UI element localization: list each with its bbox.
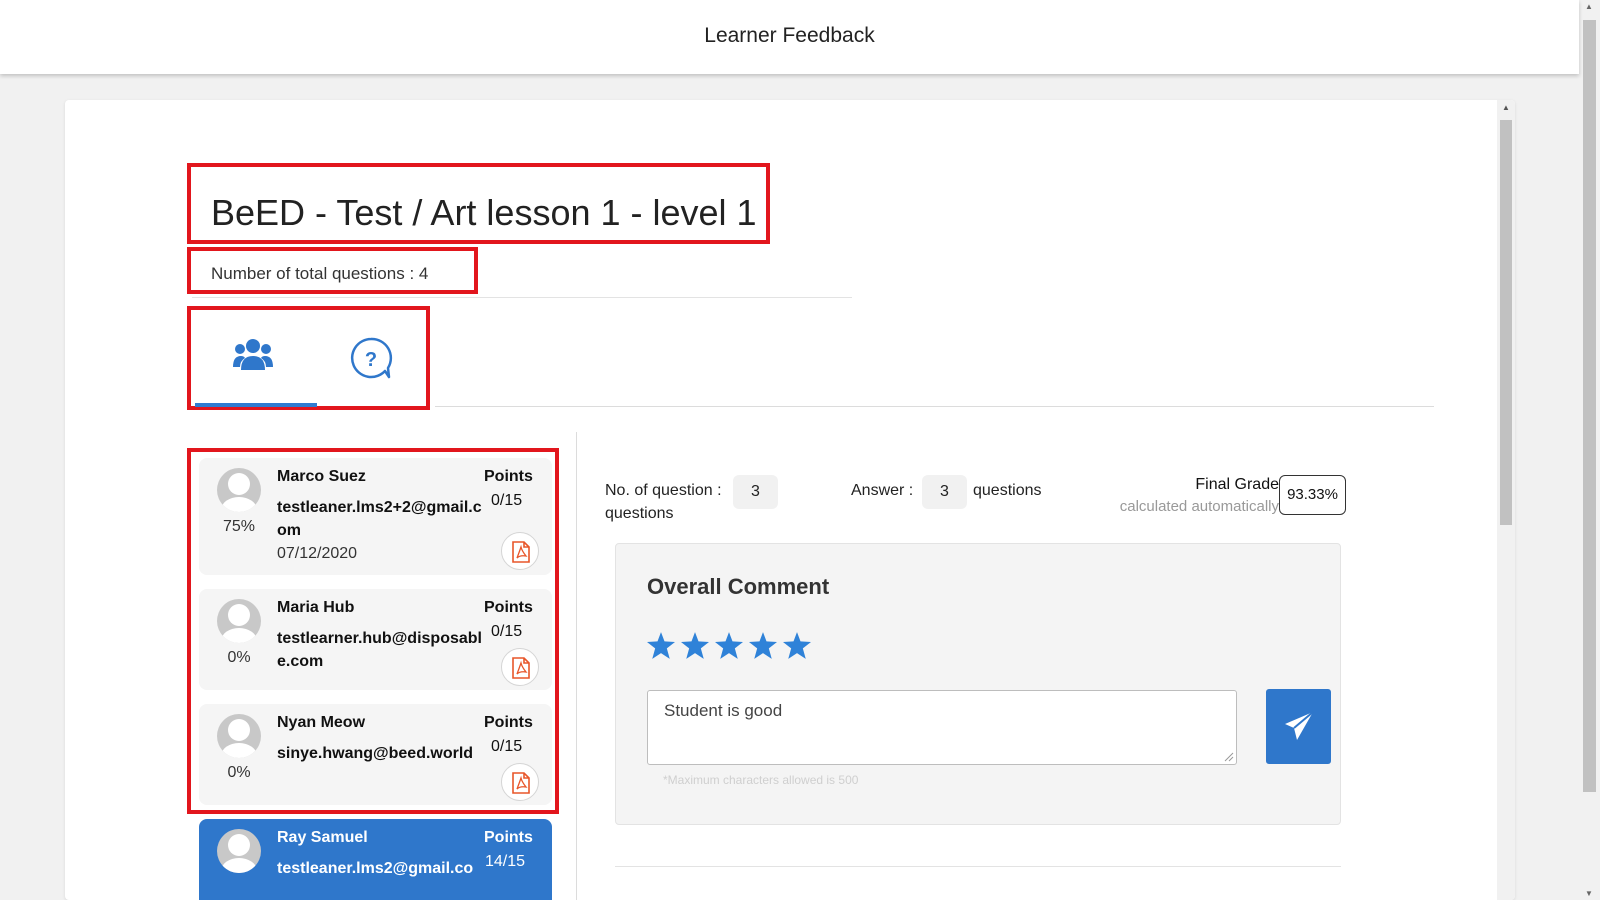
card-scrollbar-thumb[interactable] [1500, 120, 1512, 525]
window-scrollbar[interactable]: ▲ ▼ [1579, 0, 1600, 900]
question-count-label: No. of question : [605, 482, 722, 499]
avatar [217, 829, 261, 873]
max-characters-hint: *Maximum characters allowed is 500 [663, 773, 859, 787]
star-icon[interactable] [783, 632, 811, 659]
avatar [217, 714, 261, 758]
feedback-card: ▲ BeED - Test / Art lesson 1 - level 1 N… [65, 100, 1515, 900]
card-scrollbar[interactable]: ▲ [1497, 100, 1515, 900]
learner-card[interactable]: 75% Marco Suez testleaner.lms2+2@gmail.c… [199, 458, 552, 575]
avatar [217, 599, 261, 643]
star-icon[interactable] [715, 632, 743, 659]
divider [192, 297, 852, 298]
points-label: Points [484, 599, 533, 616]
resize-handle-icon[interactable] [1224, 752, 1234, 762]
learner-name: Nyan Meow [277, 714, 366, 731]
card-scroll-up-icon[interactable]: ▲ [1502, 103, 1510, 112]
users-icon [233, 339, 273, 370]
submission-date: 07/12/2020 [277, 545, 358, 562]
final-grade-label: Final Grade [1195, 476, 1279, 493]
learner-card[interactable]: 0% Nyan Meow sinye.hwang@beed.world Poin… [199, 704, 552, 805]
learner-card[interactable]: 0% Maria Hub testlearner.hub@disposable.… [199, 589, 552, 690]
pdf-icon [512, 541, 530, 563]
question-count-unit: questions [605, 505, 674, 522]
star-icon[interactable] [681, 632, 709, 659]
paper-plane-icon [1285, 711, 1314, 740]
page-title: Learner Feedback [704, 24, 875, 47]
pdf-download-button[interactable] [501, 763, 539, 801]
top-bar: Learner Feedback [0, 0, 1579, 74]
comment-textarea[interactable]: Student is good [647, 690, 1237, 765]
learner-card-selected[interactable]: Ray Samuel testleaner.lms2@gmail.co Poin… [199, 819, 552, 900]
tab-learners[interactable] [195, 325, 317, 407]
learner-name: Maria Hub [277, 599, 355, 616]
svg-text:?: ? [365, 349, 377, 371]
final-grade-value: 93.33% [1279, 475, 1346, 515]
course-title: BeED - Test / Art lesson 1 - level 1 [211, 192, 757, 233]
tab-questions[interactable]: ? [315, 325, 437, 407]
final-grade-sublabel: calculated automatically [1119, 498, 1279, 515]
scrollbar-thumb[interactable] [1583, 20, 1596, 792]
progress-percent: 0% [227, 649, 251, 666]
tabs-underline [435, 406, 1434, 407]
pdf-download-button[interactable] [501, 532, 539, 570]
learner-name: Ray Samuel [277, 829, 368, 846]
scroll-up-arrow-icon[interactable]: ▲ [1585, 2, 1593, 11]
answer-count-value: 3 [922, 475, 967, 509]
send-comment-button[interactable] [1266, 689, 1331, 764]
scroll-down-arrow-icon[interactable]: ▼ [1585, 889, 1593, 898]
learner-name: Marco Suez [277, 468, 366, 485]
star-icon[interactable] [749, 632, 777, 659]
points-label: Points [484, 829, 533, 846]
star-icon[interactable] [647, 632, 675, 659]
panel-divider [576, 432, 577, 900]
points-value: 14/15 [485, 853, 526, 870]
pdf-icon [512, 657, 530, 679]
pdf-download-button[interactable] [501, 648, 539, 686]
points-label: Points [484, 468, 533, 485]
learner-email: testleaner.lms2@gmail.co [277, 860, 474, 877]
total-questions-label: Number of total questions : 4 [211, 264, 429, 283]
progress-percent: 75% [222, 518, 256, 535]
progress-percent: 0% [227, 764, 251, 781]
overall-comment-panel: Overall Comment Student is good *Maximum… [615, 543, 1341, 825]
points-label: Points [484, 714, 533, 731]
pdf-icon [512, 772, 530, 794]
answer-count-unit: questions [973, 482, 1042, 499]
learner-email: testlearner.hub@disposable.com [277, 630, 482, 670]
comment-title: Overall Comment [647, 574, 830, 599]
learner-email: testleaner.lms2+2@gmail.com [277, 499, 482, 539]
avatar [217, 468, 261, 512]
points-value: 0/15 [491, 492, 523, 509]
question-chat-icon: ? [350, 337, 393, 379]
points-value: 0/15 [491, 623, 523, 640]
points-value: 0/15 [491, 738, 523, 755]
learner-email: sinye.hwang@beed.world [277, 745, 474, 762]
divider [615, 866, 1341, 867]
comment-text: Student is good [664, 701, 783, 720]
answer-count-label: Answer : [851, 482, 914, 499]
question-count-value: 3 [733, 475, 778, 509]
